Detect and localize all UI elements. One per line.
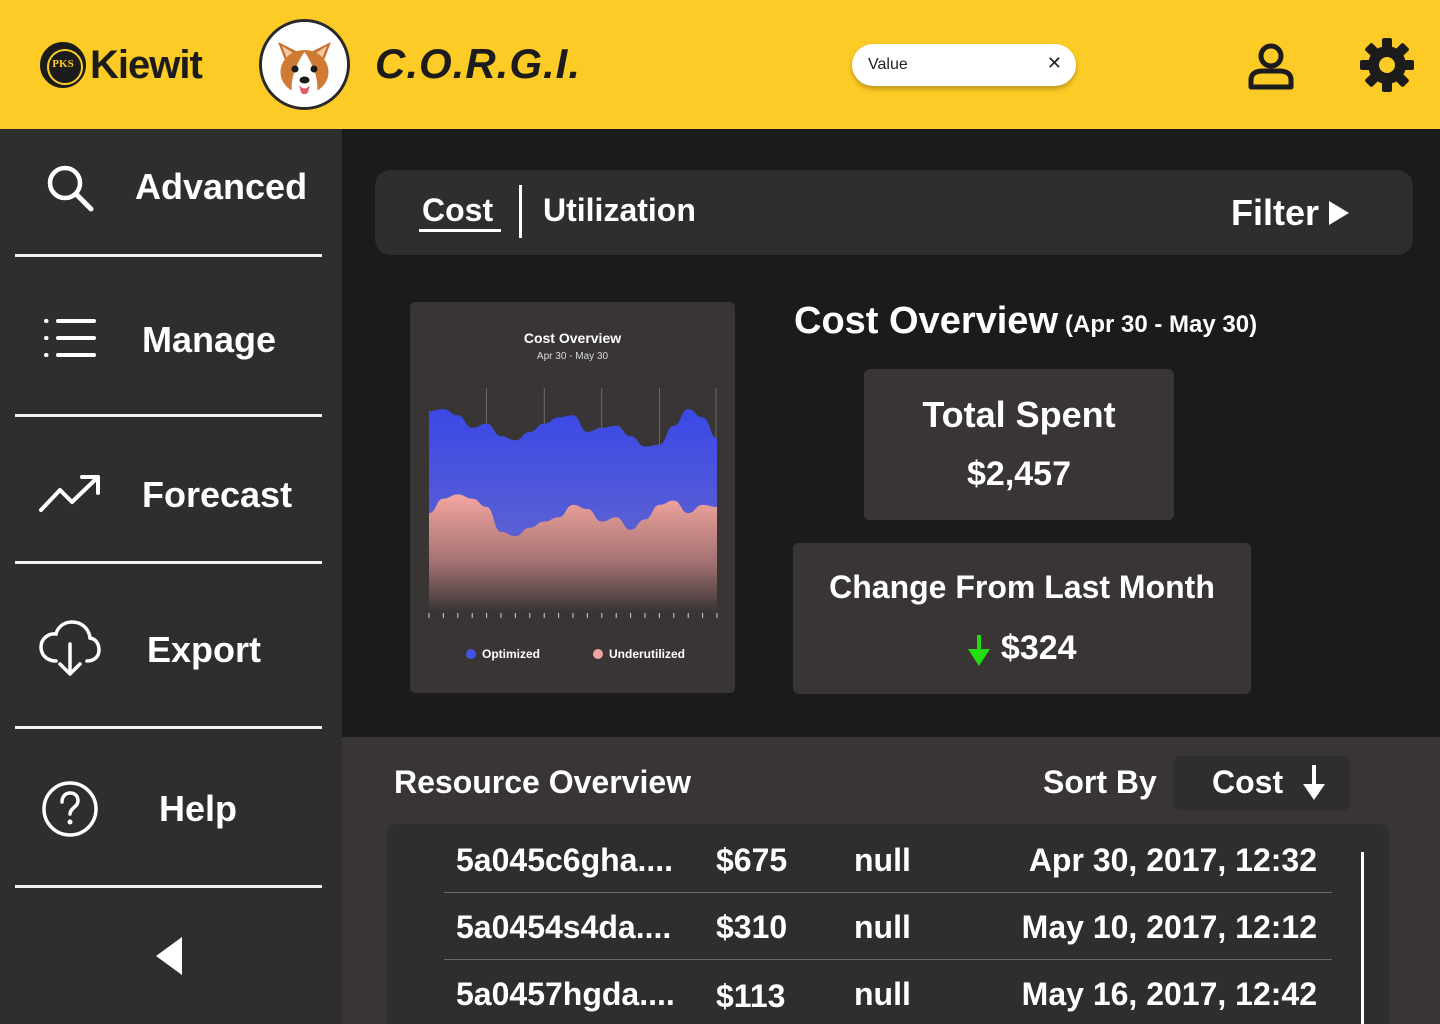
sidebar-item-label: Forecast: [142, 474, 293, 515]
sidebar-divider: [15, 254, 322, 257]
close-icon[interactable]: ✕: [1047, 53, 1062, 74]
search-field[interactable]: ✕: [852, 44, 1076, 86]
resource-cost: $310: [716, 909, 788, 945]
sidebar-item-export[interactable]: Export: [0, 589, 342, 709]
cloud-download-icon: [39, 620, 101, 676]
active-tab-indicator: [419, 229, 501, 232]
series-area-underutilized: [429, 494, 717, 611]
resource-id: 5a0457hgda....: [456, 976, 675, 1012]
resource-date: May 16, 2017, 12:42: [1021, 976, 1317, 1012]
resource-date: May 10, 2017, 12:12: [1021, 909, 1317, 945]
resource-table: 5a045c6gha.... $675 null Apr 30, 2017, 1…: [387, 824, 1389, 1024]
resource-status: null: [854, 842, 911, 878]
stat-label: Change From Last Month: [829, 569, 1215, 605]
legend-item-underutilized: Underutilized: [593, 647, 685, 661]
stat-value-row: $324: [793, 629, 1251, 668]
list-icon: [44, 319, 96, 357]
gear-icon[interactable]: [1358, 36, 1416, 94]
sidebar-item-advanced[interactable]: Advanced: [0, 129, 342, 249]
sidebar-divider: [15, 726, 322, 729]
resource-cost: $675: [716, 842, 788, 878]
sort-value: Cost: [1212, 764, 1284, 800]
sidebar-divider: [15, 561, 322, 564]
tab-cost[interactable]: Cost: [422, 192, 493, 229]
sidebar-divider: [15, 414, 322, 417]
overview-title: Cost Overview: [794, 300, 1058, 342]
change-value: $324: [1000, 629, 1077, 667]
arrow-down-icon: [1303, 765, 1325, 800]
corgi-avatar-icon: [259, 19, 350, 110]
table-row[interactable]: 5a0457hgda.... $113 null May 16, 2017, 1…: [444, 960, 1332, 1024]
legend-label: Underutilized: [609, 647, 686, 661]
sort-select[interactable]: Cost: [1174, 756, 1350, 810]
sidebar-item-label: Manage: [142, 319, 277, 360]
resource-date: Apr 30, 2017, 12:32: [1028, 842, 1317, 878]
table-row[interactable]: 5a0454s4da.... $310 null May 10, 2017, 1…: [444, 893, 1332, 960]
trending-up-icon: [39, 475, 100, 512]
sidebar: Advanced Manage Forecast Export Help: [0, 129, 342, 1024]
stat-label: Total Spent: [922, 394, 1116, 435]
scrollbar[interactable]: [1361, 852, 1364, 1024]
kiewit-seal-icon: PKS: [40, 42, 86, 88]
cost-chart-card: Cost Overview Apr 30 - May 30 Optimized …: [410, 302, 735, 693]
play-arrow-icon: [1329, 201, 1350, 225]
help-circle-icon: [42, 781, 98, 837]
company-name: Kiewit: [90, 42, 203, 87]
stat-value: $2,457: [967, 455, 1071, 493]
app-title: C.O.R.G.I.: [375, 40, 582, 87]
change-from-last-month-card: Change From Last Month $324: [793, 543, 1251, 694]
sidebar-item-label: Export: [147, 629, 262, 670]
legend-item-optimized: Optimized: [466, 647, 540, 661]
kiewit-logo[interactable]: PKS Kiewit: [40, 40, 203, 90]
resource-overview-title: Resource Overview: [394, 764, 692, 800]
sidebar-item-forecast[interactable]: Forecast: [0, 434, 342, 554]
sidebar-item-label: Advanced: [135, 166, 308, 207]
seal-text: PKS: [52, 58, 74, 70]
tab-utilization[interactable]: Utilization: [543, 192, 696, 229]
legend-label: Optimized: [482, 647, 541, 661]
filter-label: Filter: [1231, 192, 1320, 233]
sidebar-item-manage[interactable]: Manage: [0, 279, 342, 399]
total-spent-card: Total Spent $2,457: [864, 369, 1174, 520]
legend-swatch: [466, 649, 476, 659]
chevron-left-icon[interactable]: [154, 935, 184, 977]
filter-button[interactable]: Filter: [1231, 192, 1350, 234]
user-icon[interactable]: [1245, 40, 1297, 92]
sidebar-item-help[interactable]: Help: [0, 751, 342, 871]
sort-by-label: Sort By: [1043, 764, 1157, 800]
overview-date-range: (Apr 30 - May 30): [1065, 311, 1258, 338]
table-row[interactable]: 5a045c6gha.... $675 null Apr 30, 2017, 1…: [444, 826, 1332, 893]
chart-subtitle: Apr 30 - May 30: [536, 351, 609, 362]
resource-status: null: [854, 976, 911, 1012]
legend-swatch: [593, 649, 603, 659]
sidebar-item-label: Help: [159, 788, 238, 829]
resource-id: 5a0454s4da....: [456, 909, 672, 945]
arrow-down-icon: [968, 635, 991, 667]
resource-id: 5a045c6gha....: [456, 842, 674, 878]
resource-cost: $113: [716, 978, 786, 1014]
chart-title: Cost Overview: [523, 330, 622, 346]
search-input[interactable]: [868, 55, 1038, 75]
app-header: PKS Kiewit C.O.R.G.I. ✕: [0, 0, 1440, 129]
sidebar-divider: [15, 885, 322, 888]
tab-separator: [519, 185, 522, 238]
resource-status: null: [854, 909, 911, 945]
search-icon: [47, 165, 94, 212]
